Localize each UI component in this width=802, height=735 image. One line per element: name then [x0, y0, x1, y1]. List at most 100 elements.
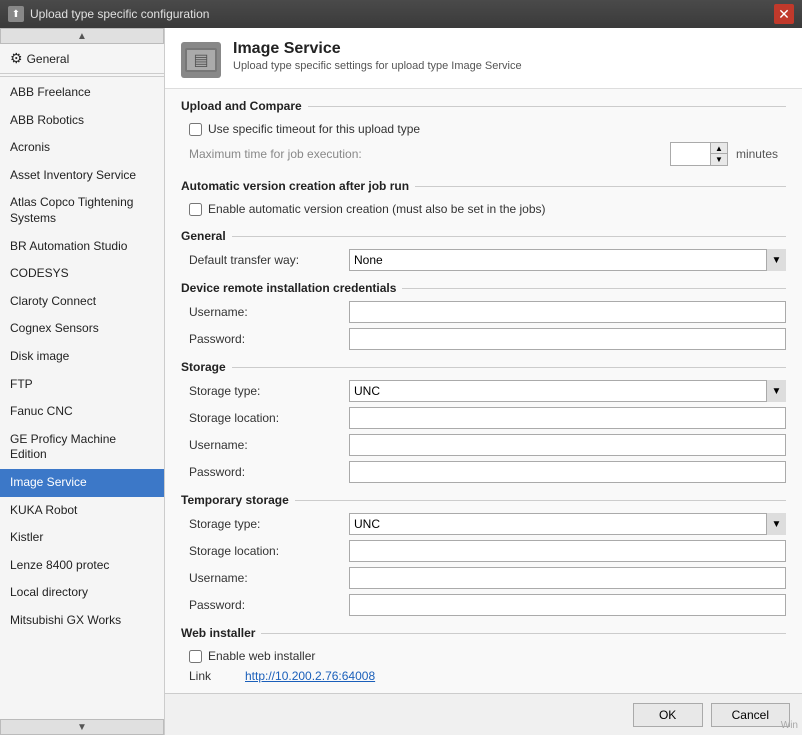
general-section-header: General	[181, 229, 786, 243]
storage-username-input[interactable]	[349, 434, 786, 456]
sidebar-scroll-down[interactable]: ▼	[0, 719, 164, 735]
device-remote-section: Device remote installation credentials U…	[181, 281, 786, 350]
enable-auto-version-row: Enable automatic version creation (must …	[181, 199, 786, 219]
device-remote-username-row: Username:	[181, 301, 786, 323]
timeout-decrement-button[interactable]: ▼	[711, 154, 727, 165]
storage-location-row: Storage location:	[181, 407, 786, 429]
temp-storage-type-select-wrapper: UNC FTP SFTP ▼	[349, 513, 786, 535]
temp-storage-username-input[interactable]	[349, 567, 786, 589]
temp-storage-username-row: Username:	[181, 567, 786, 589]
enable-auto-version-checkbox[interactable]	[189, 203, 202, 216]
device-remote-password-input[interactable]	[349, 328, 786, 350]
web-installer-header: Web installer	[181, 626, 786, 640]
device-remote-username-input[interactable]	[349, 301, 786, 323]
temp-storage-type-select[interactable]: UNC FTP SFTP	[349, 513, 786, 535]
spinner-container: 30 ▲ ▼	[670, 142, 728, 166]
sidebar-item-local-directory[interactable]: Local directory	[0, 579, 164, 607]
title-bar: ⬆ Upload type specific configuration ✕	[0, 0, 802, 28]
storage-username-row: Username:	[181, 434, 786, 456]
link-label: Link	[189, 669, 239, 683]
storage-password-input[interactable]	[349, 461, 786, 483]
gear-icon: ⚙	[10, 50, 23, 67]
upload-compare-section: Upload and Compare Use specific timeout …	[181, 99, 786, 169]
enable-web-installer-checkbox[interactable]	[189, 650, 202, 663]
auto-version-section: Automatic version creation after job run…	[181, 179, 786, 219]
image-icon: ▤	[193, 50, 208, 70]
sidebar-item-kistler[interactable]: Kistler	[0, 524, 164, 552]
ok-button[interactable]: OK	[633, 703, 703, 727]
sidebar-item-asset-inventory-service[interactable]: Asset Inventory Service	[0, 162, 164, 190]
sidebar-item-cognex-sensors[interactable]: Cognex Sensors	[0, 315, 164, 343]
max-time-row: Maximum time for job execution: 30 ▲ ▼ m…	[181, 139, 786, 169]
default-transfer-way-select[interactable]: None UNC FTP SFTP	[349, 249, 786, 271]
storage-type-row: Storage type: UNC FTP SFTP ▼	[181, 380, 786, 402]
link-value[interactable]: http://10.200.2.76:64008	[245, 669, 375, 683]
content-subtitle: Upload type specific settings for upload…	[233, 60, 522, 72]
minutes-label: minutes	[736, 147, 778, 161]
sidebar-item-mitsubishi-gx[interactable]: Mitsubishi GX Works	[0, 607, 164, 635]
service-icon-inner: ▤	[185, 48, 217, 72]
temp-storage-header: Temporary storage	[181, 493, 786, 507]
sidebar-item-acronis[interactable]: Acronis	[0, 134, 164, 162]
sidebar-item-lenze-8400[interactable]: Lenze 8400 protec	[0, 552, 164, 580]
sidebar-item-ftp[interactable]: FTP	[0, 371, 164, 399]
spinner-buttons: ▲ ▼	[711, 143, 727, 165]
device-remote-header: Device remote installation credentials	[181, 281, 786, 295]
device-remote-password-row: Password:	[181, 328, 786, 350]
general-section: General Default transfer way: None UNC F…	[181, 229, 786, 271]
cancel-button[interactable]: Cancel	[711, 703, 790, 727]
close-button[interactable]: ✕	[774, 4, 794, 24]
sidebar-item-disk-image[interactable]: Disk image	[0, 343, 164, 371]
storage-password-label: Password:	[189, 465, 349, 479]
content-title: Image Service	[233, 40, 522, 58]
storage-type-select[interactable]: UNC FTP SFTP	[349, 380, 786, 402]
device-remote-password-label: Password:	[189, 332, 349, 346]
sidebar-item-atlas-copco[interactable]: Atlas Copco Tightening Systems	[0, 189, 164, 232]
footer: OK Cancel Win	[165, 693, 802, 735]
enable-auto-version-label: Enable automatic version creation (must …	[208, 202, 546, 216]
sidebar-item-abb-robotics[interactable]: ABB Robotics	[0, 107, 164, 135]
sidebar-item-br-automation[interactable]: BR Automation Studio	[0, 233, 164, 261]
temp-storage-location-row: Storage location:	[181, 540, 786, 562]
sidebar: ▲ ⚙ General ABB Freelance ABB Robotics A…	[0, 28, 165, 735]
storage-location-input[interactable]	[349, 407, 786, 429]
main-container: ▲ ⚙ General ABB Freelance ABB Robotics A…	[0, 28, 802, 735]
sidebar-item-fanuc-cnc[interactable]: Fanuc CNC	[0, 398, 164, 426]
enable-web-installer-row: Enable web installer	[181, 646, 786, 666]
storage-section-header: Storage	[181, 360, 786, 374]
watermark: Win	[781, 720, 798, 731]
default-transfer-way-row: Default transfer way: None UNC FTP SFTP …	[181, 249, 786, 271]
temp-storage-location-input[interactable]	[349, 540, 786, 562]
sidebar-item-image-service[interactable]: Image Service	[0, 469, 164, 497]
sidebar-item-kuka-robot[interactable]: KUKA Robot	[0, 497, 164, 525]
timeout-input-wrapper: 30 ▲ ▼ minutes	[670, 142, 778, 166]
content-header: ▤ Image Service Upload type specific set…	[165, 28, 802, 89]
max-time-label: Maximum time for job execution:	[189, 147, 670, 161]
enable-web-installer-label: Enable web installer	[208, 649, 315, 663]
timeout-increment-button[interactable]: ▲	[711, 143, 727, 154]
service-icon: ▤	[181, 42, 221, 78]
sidebar-item-abb-freelance[interactable]: ABB Freelance	[0, 79, 164, 107]
content-header-text: Image Service Upload type specific setti…	[233, 40, 522, 72]
temp-storage-location-label: Storage location:	[189, 544, 349, 558]
app-icon: ⬆	[8, 6, 24, 22]
temp-storage-password-input[interactable]	[349, 594, 786, 616]
sidebar-item-codesys[interactable]: CODESYS	[0, 260, 164, 288]
default-transfer-way-label: Default transfer way:	[189, 253, 349, 267]
sidebar-item-ge-proficy[interactable]: GE Proficy Machine Edition	[0, 426, 164, 469]
use-specific-timeout-checkbox[interactable]	[189, 123, 202, 136]
sidebar-item-general[interactable]: ⚙ General	[0, 44, 164, 74]
sidebar-item-claroty-connect[interactable]: Claroty Connect	[0, 288, 164, 316]
sidebar-divider	[0, 76, 164, 77]
default-transfer-way-select-wrapper: None UNC FTP SFTP ▼	[349, 249, 786, 271]
temp-storage-username-label: Username:	[189, 571, 349, 585]
temp-storage-password-label: Password:	[189, 598, 349, 612]
sidebar-scroll-up[interactable]: ▲	[0, 28, 164, 44]
sidebar-list: ABB Freelance ABB Robotics Acronis Asset…	[0, 79, 164, 719]
device-remote-username-label: Username:	[189, 305, 349, 319]
storage-password-row: Password:	[181, 461, 786, 483]
content-area: ▤ Image Service Upload type specific set…	[165, 28, 802, 735]
title-bar-title: Upload type specific configuration	[30, 7, 209, 21]
temp-storage-password-row: Password:	[181, 594, 786, 616]
timeout-value-input[interactable]: 30	[671, 143, 711, 165]
